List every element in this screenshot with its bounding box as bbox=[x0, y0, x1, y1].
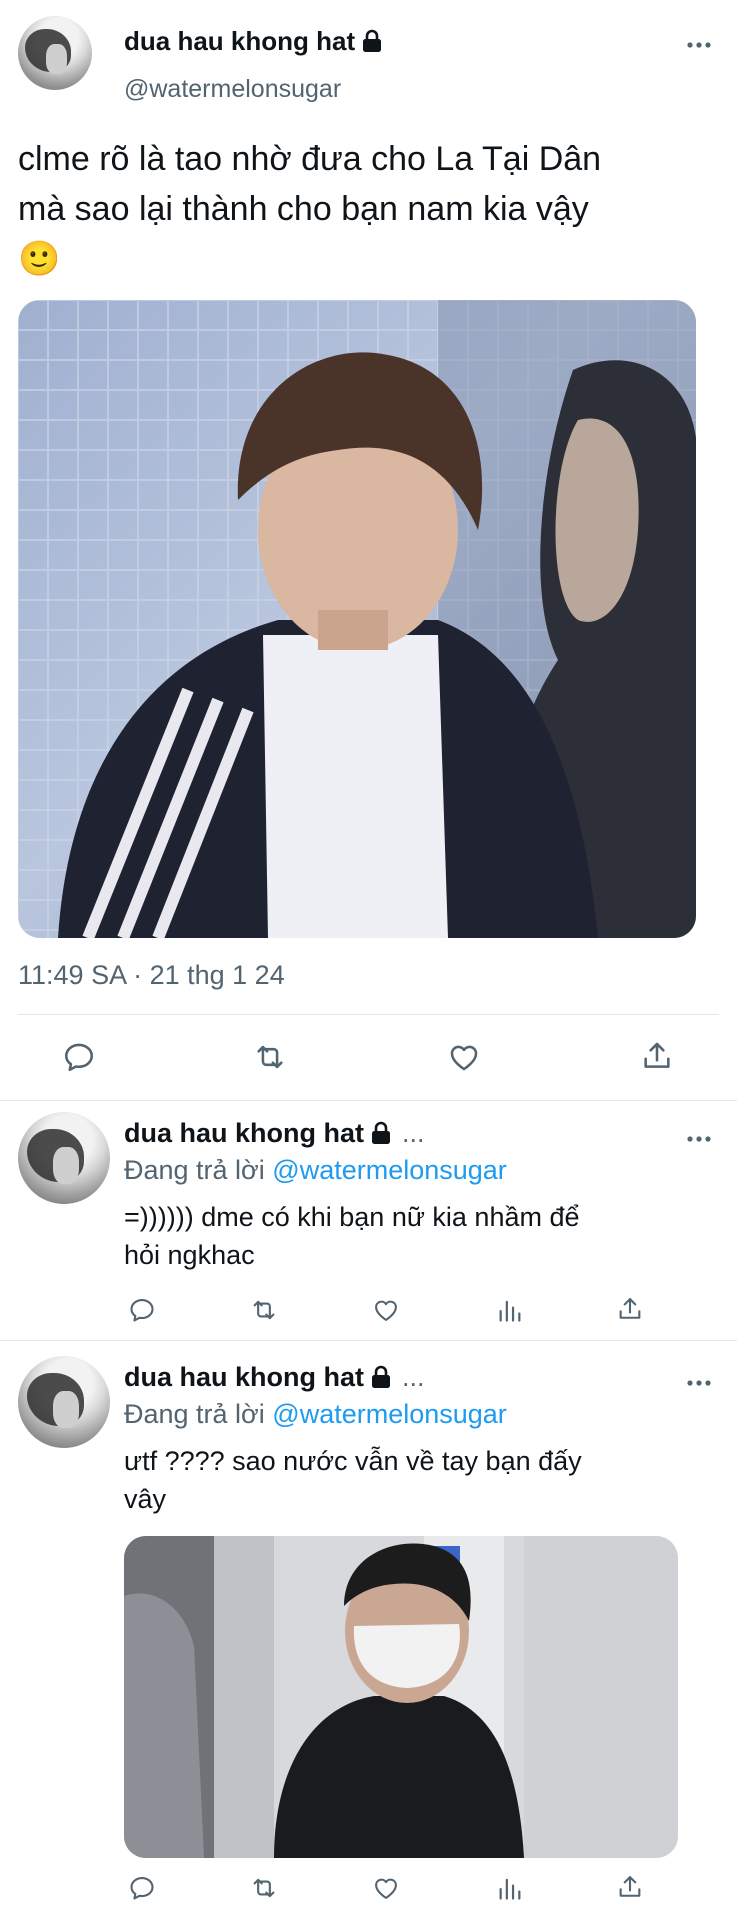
replying-to: Đang trả lời @watermelonsugar bbox=[124, 1399, 507, 1430]
replying-prefix: Đang trả lời bbox=[124, 1399, 265, 1429]
name-ellipsis: ... bbox=[402, 1118, 425, 1148]
replying-to: Đang trả lời @watermelonsugar bbox=[124, 1155, 507, 1186]
avatar[interactable] bbox=[18, 1112, 110, 1204]
retweet-icon[interactable] bbox=[251, 1040, 289, 1074]
reply-photo[interactable] bbox=[124, 1536, 678, 1858]
share-icon[interactable] bbox=[640, 1038, 674, 1074]
more-icon[interactable] bbox=[686, 1366, 712, 1394]
avatar[interactable] bbox=[18, 16, 92, 90]
like-icon[interactable] bbox=[371, 1296, 401, 1324]
lock-icon bbox=[370, 1365, 392, 1396]
lock-icon bbox=[361, 29, 383, 60]
replying-to-link[interactable]: @watermelonsugar bbox=[272, 1155, 507, 1185]
reply-text-line-1: ưtf ???? sao nước vẫn về tay bạn đấy bbox=[124, 1446, 582, 1476]
tweet-photo[interactable] bbox=[18, 300, 696, 938]
like-icon[interactable] bbox=[371, 1874, 401, 1902]
reply-icon[interactable] bbox=[128, 1874, 156, 1902]
reply-icon[interactable] bbox=[62, 1040, 96, 1074]
share-icon[interactable] bbox=[616, 1294, 644, 1324]
display-name[interactable]: dua hau khong hat ... bbox=[124, 1118, 425, 1152]
smile-emoji: 🙂 bbox=[18, 239, 61, 279]
divider bbox=[18, 1014, 719, 1015]
avatar[interactable] bbox=[18, 1356, 110, 1448]
replying-prefix: Đang trả lời bbox=[124, 1155, 265, 1185]
tweet-text: clme rõ là tao nhờ đưa cho La Tại Dân mà… bbox=[18, 134, 601, 284]
divider bbox=[0, 1100, 737, 1101]
tweet-text-line-1: clme rõ là tao nhờ đưa cho La Tại Dân bbox=[18, 140, 602, 178]
reply-text-line-1: =)))))) dme có khi bạn nữ kia nhầm để bbox=[124, 1202, 580, 1232]
retweet-icon[interactable] bbox=[248, 1296, 280, 1324]
replying-to-link[interactable]: @watermelonsugar bbox=[272, 1399, 507, 1429]
reply-text: ưtf ???? sao nước vẫn về tay bạn đấy vây bbox=[124, 1442, 582, 1518]
views-icon[interactable] bbox=[496, 1296, 524, 1324]
reply-text-line-2: hỏi ngkhac bbox=[124, 1240, 255, 1270]
name-ellipsis: ... bbox=[402, 1362, 425, 1392]
reply-text: =)))))) dme có khi bạn nữ kia nhầm để hỏ… bbox=[124, 1198, 580, 1274]
display-name[interactable]: dua hau khong hat bbox=[124, 26, 383, 60]
more-icon[interactable] bbox=[686, 1122, 712, 1150]
timestamp[interactable]: 11:49 SA · 21 thg 1 24 bbox=[18, 960, 285, 991]
share-icon[interactable] bbox=[616, 1872, 644, 1902]
lock-icon bbox=[370, 1121, 392, 1152]
tweet-text-line-2: mà sao lại thành cho bạn nam kia vậy bbox=[18, 190, 589, 228]
reply-text-line-2: vây bbox=[124, 1484, 167, 1514]
display-name-text: dua hau khong hat bbox=[124, 26, 356, 56]
like-icon[interactable] bbox=[446, 1040, 482, 1074]
divider bbox=[0, 1340, 737, 1341]
display-name-text: dua hau khong hat bbox=[124, 1362, 364, 1392]
reply-icon[interactable] bbox=[128, 1296, 156, 1324]
retweet-icon[interactable] bbox=[248, 1874, 280, 1902]
handle[interactable]: @watermelonsugar bbox=[124, 75, 341, 104]
display-name-text: dua hau khong hat bbox=[124, 1118, 364, 1148]
views-icon[interactable] bbox=[496, 1874, 524, 1902]
more-icon[interactable] bbox=[686, 28, 712, 56]
display-name[interactable]: dua hau khong hat ... bbox=[124, 1362, 425, 1396]
